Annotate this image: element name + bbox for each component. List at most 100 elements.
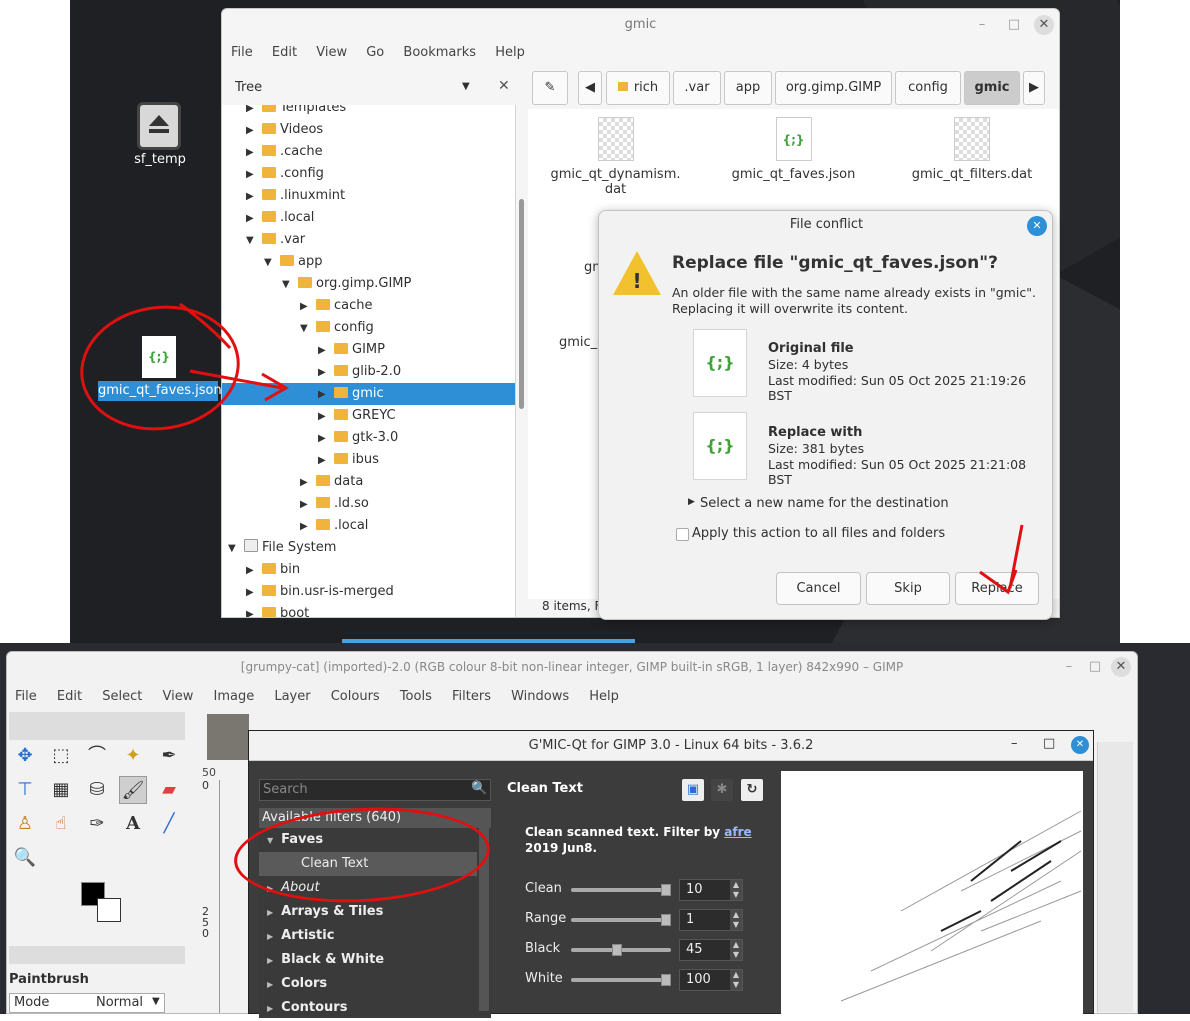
menu-colours[interactable]: Colours [331,689,380,704]
tree-item[interactable]: ▼ .var [222,229,515,252]
collapsed-arrow-icon[interactable]: ▶ [300,494,312,516]
refresh-icon[interactable]: ↻ [741,779,763,801]
expanded-arrow-icon[interactable]: ▼ [246,230,258,252]
filter-tree-item[interactable]: ▶ Artistic [259,924,477,948]
collapsed-arrow-icon[interactable]: ▶ [246,560,258,582]
collapsed-arrow-icon[interactable]: ▶ [246,582,258,604]
collapsed-arrow-icon[interactable]: ▶ [300,516,312,538]
menu-file[interactable]: File [231,45,253,60]
tree-item[interactable]: ▶ bin [222,559,515,582]
expanded-arrow-icon[interactable]: ▼ [282,274,294,296]
slider-handle[interactable] [661,884,671,896]
menu-edit[interactable]: Edit [272,45,297,60]
breadcrumb-gmic[interactable]: gmic [964,71,1020,105]
chevron-down-icon[interactable]: ▼ [462,81,470,92]
slider-handle[interactable] [661,974,671,986]
expanded-arrow-icon[interactable]: ▼ [264,252,276,274]
tree-item[interactable]: ▶ Templates [222,105,515,120]
close-icon[interactable]: ✕ [1034,15,1054,35]
sidebar-mode-label[interactable]: Tree [235,80,262,95]
paths-icon[interactable]: ✑ [83,810,111,838]
image-thumbnail[interactable] [207,714,249,760]
tree-item[interactable]: ▼ app [222,251,515,274]
eraser-icon[interactable]: ▰ [155,776,183,804]
breadcrumb-config[interactable]: config [895,71,961,105]
param-slider[interactable] [571,978,671,982]
param-spinbox[interactable]: 45 ▲ ▼ [679,939,743,961]
bucket-icon[interactable]: ⛁ [83,776,111,804]
menu-bookmarks[interactable]: Bookmarks [403,45,476,60]
tree-item[interactable]: ▶ .config [222,163,515,186]
menu-layer[interactable]: Layer [274,689,310,704]
close-icon[interactable]: ✕ [1111,657,1131,677]
zoom-icon[interactable]: 🔍 [11,844,39,872]
mode-select[interactable]: Mode Normal ▼ [9,993,165,1013]
spin-arrows-icon[interactable]: ▲ ▼ [730,910,742,930]
color-picker-icon[interactable]: ╱ [155,810,183,838]
file-item[interactable]: {;} gmic_qt_faves.json [706,117,881,182]
menu-help[interactable]: Help [495,45,525,60]
param-slider[interactable] [571,918,671,922]
collapsed-arrow-icon[interactable]: ▶ [300,472,312,494]
menu-windows[interactable]: Windows [511,689,569,704]
collapsed-arrow-icon[interactable]: ▶ [318,340,330,362]
tree-item[interactable]: ▶ .linuxmint [222,185,515,208]
rect-select-icon[interactable]: ⬚ [47,742,75,770]
close-icon[interactable]: ✕ [1071,736,1089,754]
bg-color-swatch[interactable] [97,898,121,922]
menu-go[interactable]: Go [366,45,384,60]
param-spinbox[interactable]: 100 ▲ ▼ [679,969,743,991]
menu-tools[interactable]: Tools [400,689,432,704]
close-icon[interactable]: ✕ [1027,216,1047,236]
menu-image[interactable]: Image [213,689,254,704]
smudge-icon[interactable]: ☝ [47,810,75,838]
collapsed-arrow-icon[interactable]: ▶ [246,186,258,208]
tree-item[interactable]: ▶ .cache [222,141,515,164]
menu-select[interactable]: Select [102,689,142,704]
fuzzy-select-icon[interactable]: ✦ [119,742,147,770]
collapsed-arrow-icon[interactable]: ▶ [267,956,273,965]
author-link[interactable]: afre [724,825,751,839]
menu-file[interactable]: File [15,689,37,704]
skip-button[interactable]: Skip [866,572,950,605]
collapsed-arrow-icon[interactable]: ▶ [246,105,258,120]
apply-all-checkbox[interactable] [676,528,689,541]
tree-item[interactable]: ▶ .local [222,515,515,538]
back-arrow-icon[interactable]: ◀ [578,71,602,105]
param-spinbox[interactable]: 1 ▲ ▼ [679,909,743,931]
collapsed-arrow-icon[interactable]: ▶ [267,932,273,941]
tree-item[interactable]: ▶ Videos [222,119,515,142]
minimize-icon[interactable]: – [1011,736,1018,751]
tree-item[interactable]: ▶ gtk-3.0 [222,427,515,449]
transform-icon[interactable]: ⊤ [11,776,39,804]
collapsed-arrow-icon[interactable]: ▶ [318,362,330,384]
collapsed-arrow-icon[interactable]: ▶ [246,164,258,186]
collapsed-arrow-icon[interactable]: ▶ [318,450,330,472]
maximize-icon[interactable]: □ [1085,657,1105,677]
collapsed-arrow-icon[interactable]: ▶ [300,296,312,318]
move-tool-icon[interactable]: ✥ [11,742,39,770]
collapsed-arrow-icon[interactable]: ▶ [246,208,258,230]
filter-tree-item[interactable]: ▶ Black & White [259,948,477,972]
tree-item[interactable]: ▶ GREYC [222,405,515,428]
filter-tree-item[interactable]: ▶ Contours [259,996,477,1020]
tree-item[interactable]: ▼ File System [222,537,515,559]
collapsed-arrow-icon[interactable]: ▶ [246,142,258,164]
menu-edit[interactable]: Edit [57,689,82,704]
drive-icon[interactable] [137,102,181,150]
expanded-arrow-icon[interactable]: ▼ [300,318,312,340]
param-spinbox[interactable]: 10 ▲ ▼ [679,879,743,901]
breadcrumb-rich[interactable]: rich [606,71,670,105]
desktop-icon-label[interactable]: sf_temp [120,152,200,167]
collapsed-arrow-icon[interactable]: ▶ [318,406,330,428]
collapsed-arrow-icon[interactable]: ▶ [267,908,273,917]
tree-item[interactable]: ▶ boot [222,603,515,617]
filter-tree-item[interactable]: ▶ Colors [259,972,477,996]
minimize-icon[interactable]: – [972,15,992,35]
collapsed-arrow-icon[interactable]: ▶ [267,1004,273,1013]
collapsed-arrow-icon[interactable]: ▶ [246,120,258,142]
forward-arrow-icon[interactable]: ▶ [1023,71,1045,105]
expander-arrow-icon[interactable]: ▶ [688,497,695,507]
menu-view[interactable]: View [162,689,193,704]
pattern-icon[interactable]: ▦ [47,776,75,804]
